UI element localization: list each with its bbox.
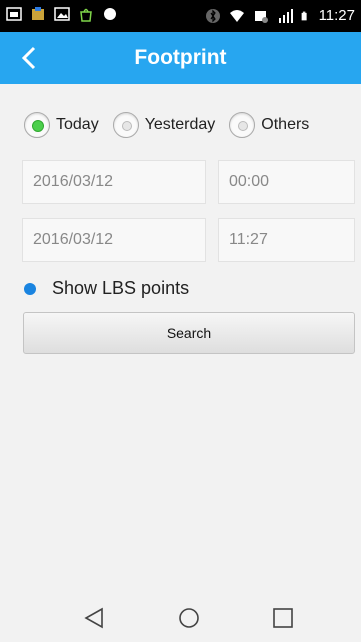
back-triangle-icon[interactable] <box>82 606 106 630</box>
calendar-icon <box>6 7 22 21</box>
signal-icon <box>278 9 293 23</box>
record-dot-icon <box>104 8 116 20</box>
footprint-form: Today Yesterday Others 2016/03/12 00:00 … <box>0 84 361 594</box>
search-button[interactable]: Search <box>23 312 355 354</box>
app-bar: Footprint <box>0 32 361 84</box>
bluetooth-icon <box>205 9 220 23</box>
show-lbs-label: Show LBS points <box>52 278 190 298</box>
app-icon <box>32 7 44 20</box>
start-time-field[interactable]: 00:00 <box>218 160 355 204</box>
android-bag-icon <box>80 8 92 22</box>
image-icon <box>54 7 70 21</box>
radio-unselected-icon[interactable] <box>112 112 139 138</box>
system-nav-bar <box>0 594 361 642</box>
status-time: 11:27 <box>318 7 355 24</box>
page-title: Footprint <box>134 46 227 69</box>
recents-square-icon[interactable] <box>271 606 295 630</box>
radio-today[interactable]: Today <box>24 112 99 138</box>
radio-selected-icon[interactable] <box>24 112 50 138</box>
status-bar: 11:27 <box>0 0 361 32</box>
end-date-field[interactable]: 2016/03/12 <box>22 218 206 262</box>
date-range-radio-group: Today Yesterday Others <box>24 112 323 138</box>
radio-today-label: Today <box>56 116 99 133</box>
lbs-checked-icon[interactable] <box>24 282 36 295</box>
radio-yesterday-label: Yesterday <box>144 116 216 133</box>
show-lbs-checkbox[interactable]: Show LBS points <box>24 278 189 299</box>
start-date-field[interactable]: 2016/03/12 <box>22 160 206 204</box>
home-circle-icon[interactable] <box>177 606 201 630</box>
radio-others-label: Others <box>261 116 310 133</box>
screenshot-icon <box>254 11 268 23</box>
radio-unselected-icon[interactable] <box>229 112 256 138</box>
battery-icon <box>301 11 307 21</box>
radio-yesterday[interactable]: Yesterday <box>112 112 216 138</box>
radio-others[interactable]: Others <box>229 112 309 138</box>
wifi-icon <box>229 10 244 22</box>
end-time-field[interactable]: 11:27 <box>218 218 355 262</box>
